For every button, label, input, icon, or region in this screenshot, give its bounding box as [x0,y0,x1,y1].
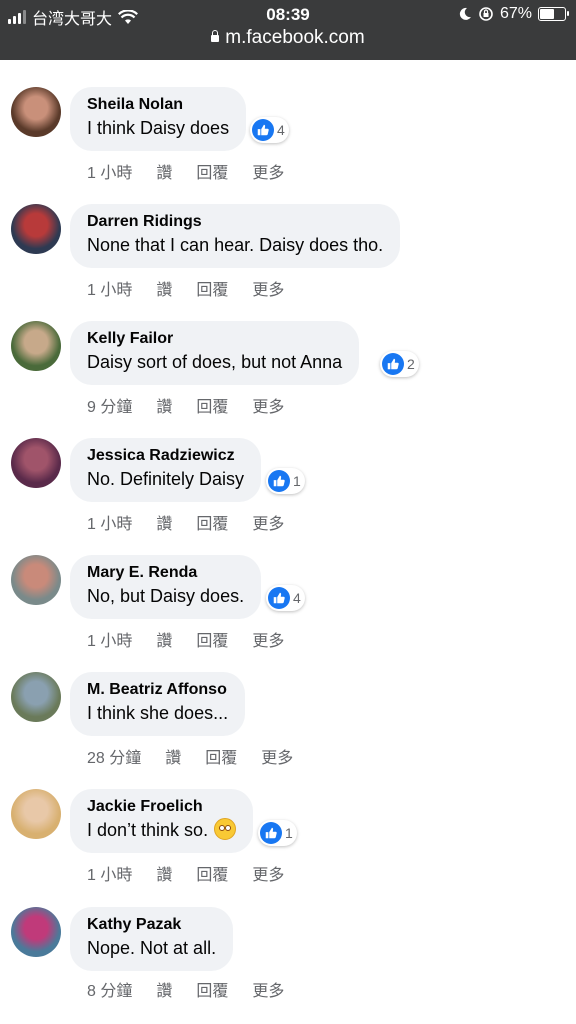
comment-bubble: Mary E. Renda No, but Daisy does. [70,555,262,619]
comment-time[interactable]: 8 分鐘 [87,977,132,1001]
avatar[interactable] [11,555,61,605]
commenter-name[interactable]: M. Beatriz Affonso [87,680,228,700]
avatar[interactable] [11,438,61,488]
comment-time[interactable]: 1 小時 [87,627,132,651]
more-button[interactable]: 更多 [261,744,293,768]
reply-button[interactable]: 回覆 [196,977,228,1001]
comment-text: No. Definitely Daisy [87,469,245,489]
battery-percent: 67% [499,5,532,22]
comment-actions: 1 小時 讚 回覆 更多 [87,159,284,183]
like-button[interactable]: 讚 [156,977,172,1001]
avatar[interactable] [11,204,61,254]
reaction-count: 4 [277,122,285,138]
comment-time[interactable]: 1 小時 [87,510,132,534]
comment-bubble: Jackie Froelich I don’t think so. [70,789,254,853]
like-reaction-icon [268,587,290,609]
comment-actions: 1 小時 讚 回覆 更多 [87,510,284,534]
status-right: 67% [458,5,569,23]
avatar[interactable] [11,321,61,371]
avatar[interactable] [11,907,61,957]
more-button[interactable]: 更多 [252,393,284,417]
reply-button[interactable]: 回覆 [196,276,228,300]
comment-actions: 8 分鐘 讚 回覆 更多 [87,977,284,1001]
comment-bubble: Darren Ridings None that I can hear. Dai… [70,204,401,268]
comment-bubble: Sheila Nolan I think Daisy does [70,87,247,151]
avatar[interactable] [11,672,61,722]
moon-icon [459,7,471,20]
comment-bubble: M. Beatriz Affonso I think she does... [70,672,246,736]
comment-time[interactable]: 28 分鐘 [87,744,141,768]
more-button[interactable]: 更多 [252,159,284,183]
comment-text: Daisy sort of does, but not Anna [87,352,343,372]
like-reaction-icon [260,822,282,844]
commenter-name[interactable]: Darren Ridings [87,212,383,232]
comment-actions: 1 小時 讚 回覆 更多 [87,861,284,885]
comment-text: Nope. Not at all. [87,938,217,958]
commenter-name[interactable]: Sheila Nolan [87,95,229,115]
comment-bubble: Kelly Failor Daisy sort of does, but not… [70,321,360,385]
comment-actions: 9 分鐘 讚 回覆 更多 [87,393,284,417]
more-button[interactable]: 更多 [252,977,284,1001]
like-button[interactable]: 讚 [156,861,172,885]
reaction-count: 4 [293,590,301,606]
lock-icon [211,30,220,42]
comment-time[interactable]: 1 小時 [87,861,132,885]
url-text: m.facebook.com [225,27,365,48]
comment-bubble: Jessica Radziewicz No. Definitely Daisy [70,438,262,502]
reply-button[interactable]: 回覆 [196,861,228,885]
reaction-badge[interactable]: 1 [266,468,305,494]
reply-button[interactable]: 回覆 [205,744,237,768]
reaction-badge[interactable]: 2 [380,351,419,377]
comment-text: I think she does... [87,703,229,723]
like-button[interactable]: 讚 [156,510,172,534]
flushed-face-emoji [214,818,237,840]
like-reaction-icon [268,470,290,492]
comment-actions: 28 分鐘 讚 回覆 更多 [87,744,293,768]
status-bar: 台湾大哥大 08:39 67% m.facebook.com [0,0,576,60]
url-bar[interactable]: m.facebook.com [0,27,576,49]
reply-button[interactable]: 回覆 [196,510,228,534]
like-button[interactable]: 讚 [156,276,172,300]
like-reaction-icon [252,119,274,141]
more-button[interactable]: 更多 [252,510,284,534]
avatar[interactable] [11,789,61,839]
comment-text: I don’t think so. [87,817,237,844]
more-button[interactable]: 更多 [252,276,284,300]
reaction-count: 1 [293,473,301,489]
comment-bubble: Kathy Pazak Nope. Not at all. [70,907,234,971]
like-button[interactable]: 讚 [156,393,172,417]
comment-time[interactable]: 9 分鐘 [87,393,132,417]
comment-actions: 1 小時 讚 回覆 更多 [87,276,284,300]
like-button[interactable]: 讚 [165,744,181,768]
more-button[interactable]: 更多 [252,627,284,651]
avatar[interactable] [11,87,61,137]
reply-button[interactable]: 回覆 [196,393,228,417]
like-reaction-icon [382,353,404,375]
commenter-name[interactable]: Kelly Failor [87,329,342,349]
commenter-name[interactable]: Kathy Pazak [87,915,216,935]
comment-text: No, but Daisy does. [87,586,245,606]
battery-icon [538,7,569,21]
orientation-lock-icon [479,7,493,21]
reaction-badge[interactable]: 4 [250,117,289,143]
comment-text-content: I don’t think so. [87,820,209,840]
comment-text: None that I can hear. Daisy does tho. [87,235,384,255]
more-button[interactable]: 更多 [252,861,284,885]
commenter-name[interactable]: Mary E. Renda [87,563,244,583]
reply-button[interactable]: 回覆 [196,159,228,183]
reaction-count: 2 [407,356,415,372]
commenter-name[interactable]: Jessica Radziewicz [87,446,244,466]
comment-time[interactable]: 1 小時 [87,159,132,183]
comment-actions: 1 小時 讚 回覆 更多 [87,627,284,651]
reaction-badge[interactable]: 1 [258,820,297,846]
reaction-count: 1 [285,825,293,841]
like-button[interactable]: 讚 [156,627,172,651]
reaction-badge[interactable]: 4 [266,585,305,611]
reply-button[interactable]: 回覆 [196,627,228,651]
comment-time[interactable]: 1 小時 [87,276,132,300]
like-button[interactable]: 讚 [156,159,172,183]
comment-text: I think Daisy does [87,118,230,138]
commenter-name[interactable]: Jackie Froelich [87,797,236,817]
